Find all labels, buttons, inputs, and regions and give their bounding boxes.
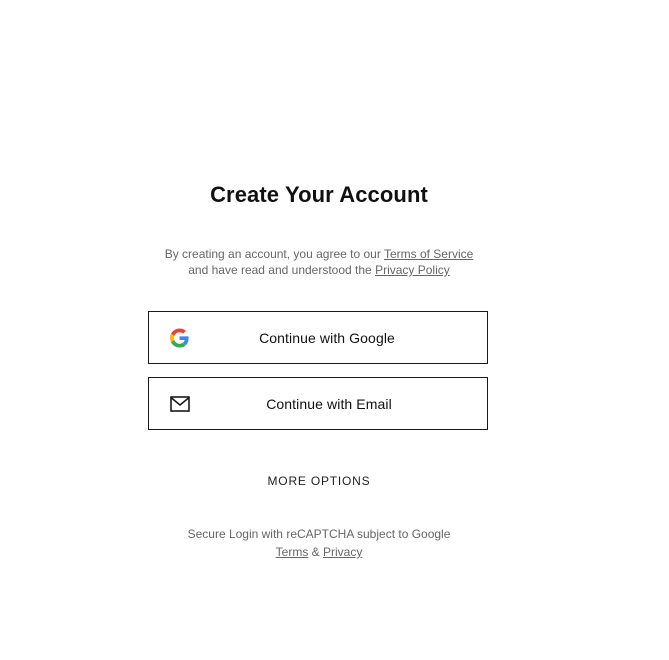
- terms-of-service-link[interactable]: Terms of Service: [384, 247, 473, 261]
- legal-middle-text: and have read and understood the: [188, 263, 376, 277]
- google-button-label: Continue with Google: [259, 329, 395, 346]
- page-title: Create Your Account: [210, 182, 428, 207]
- privacy-policy-link[interactable]: Privacy Policy: [375, 263, 450, 277]
- google-logo-icon: [170, 328, 189, 347]
- continue-with-email-button[interactable]: Continue with Email: [148, 377, 488, 430]
- recaptcha-terms-link[interactable]: Terms: [276, 545, 309, 559]
- legal-prefix-text: By creating an account, you agree to our: [164, 247, 384, 261]
- legal-notice: By creating an account, you agree to our…: [0, 246, 638, 278]
- envelope-icon: [170, 395, 190, 412]
- signup-page: Create Your Account By creating an accou…: [0, 0, 669, 660]
- recaptcha-privacy-link[interactable]: Privacy: [323, 545, 362, 559]
- more-options-link[interactable]: MORE OPTIONS: [0, 474, 638, 488]
- recaptcha-text: Secure Login with reCAPTCHA subject to G…: [187, 527, 451, 541]
- recaptcha-notice: Secure Login with reCAPTCHA subject to G…: [0, 525, 638, 561]
- recaptcha-separator: &: [308, 545, 323, 559]
- email-button-label: Continue with Email: [266, 395, 392, 412]
- continue-with-google-button[interactable]: Continue with Google: [148, 311, 488, 364]
